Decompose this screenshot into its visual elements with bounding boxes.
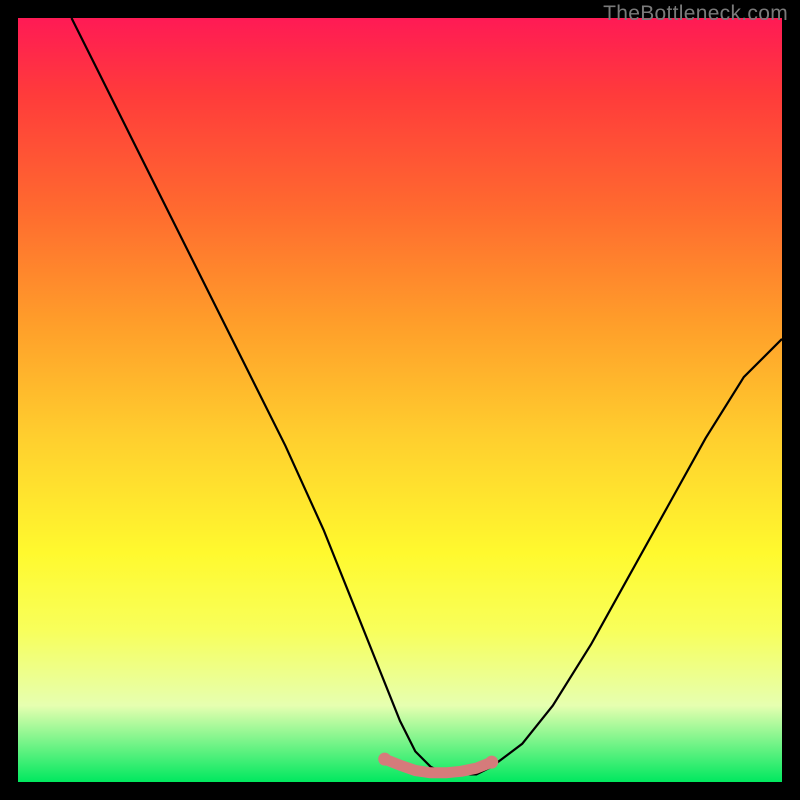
optimal-zone-end-dot: [378, 753, 391, 766]
watermark-text: TheBottleneck.com: [603, 2, 788, 26]
optimal-zone-line: [385, 759, 492, 773]
curve-layer: [18, 18, 782, 782]
bottleneck-curve: [72, 18, 783, 774]
optimal-zone-end-dot: [485, 756, 498, 769]
optimal-zone-markers: [378, 753, 498, 773]
chart-frame: TheBottleneck.com: [0, 0, 800, 800]
plot-area: [18, 18, 782, 782]
